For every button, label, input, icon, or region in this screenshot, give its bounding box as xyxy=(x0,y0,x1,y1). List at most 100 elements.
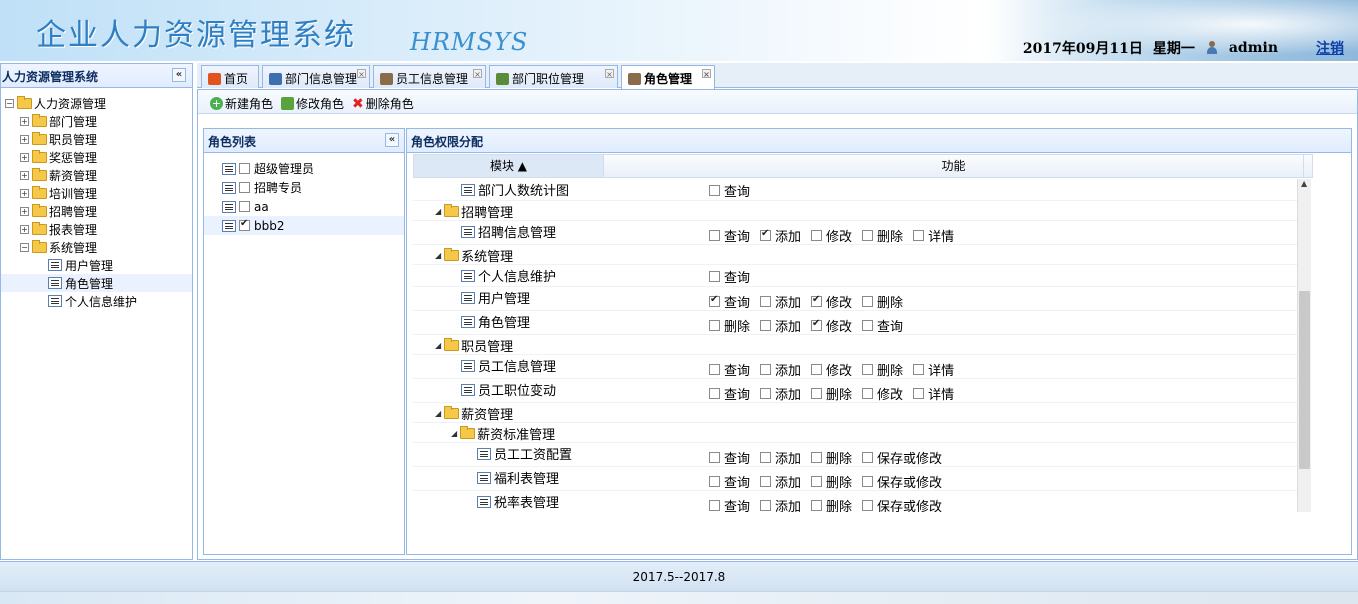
permission-checkbox[interactable] xyxy=(760,452,772,463)
sidebar-subitem-1[interactable]: 角色管理 xyxy=(1,274,192,292)
permission-option[interactable]: 添加 xyxy=(760,496,801,512)
permission-checkbox[interactable] xyxy=(811,388,823,399)
permission-option[interactable]: 删除 xyxy=(862,360,903,379)
permission-checkbox[interactable] xyxy=(760,228,772,241)
permission-checkbox[interactable] xyxy=(709,271,720,282)
permission-option[interactable]: 添加 xyxy=(760,448,801,467)
role-row[interactable]: bbb2 xyxy=(204,216,404,235)
permission-option[interactable]: 添加 xyxy=(760,472,801,491)
role-checkbox[interactable] xyxy=(239,163,250,174)
permission-checkbox[interactable] xyxy=(709,388,720,399)
scroll-up-icon[interactable]: ▲ xyxy=(1301,179,1307,188)
expand-icon[interactable]: + xyxy=(20,188,29,198)
permission-option[interactable]: 删除 xyxy=(811,496,852,512)
collapse-icon[interactable]: − xyxy=(20,242,29,252)
sidebar-item-4[interactable]: + 培训管理 xyxy=(1,184,192,202)
permission-option[interactable]: 删除 xyxy=(811,472,852,491)
close-icon[interactable]: × xyxy=(702,69,711,79)
permission-option[interactable]: 删除 xyxy=(811,448,852,467)
permission-option[interactable]: 修改 xyxy=(862,384,903,403)
permission-checkbox[interactable] xyxy=(709,364,720,375)
vertical-scrollbar[interactable]: ▲ xyxy=(1297,179,1311,512)
expand-icon[interactable]: + xyxy=(20,116,29,126)
permission-checkbox[interactable] xyxy=(862,476,874,487)
tab-0[interactable]: 首页 xyxy=(201,65,259,88)
permission-option[interactable]: 查询 xyxy=(862,316,903,335)
permission-option[interactable]: 查询 xyxy=(709,181,750,200)
permission-option[interactable]: 修改 xyxy=(811,226,852,245)
permission-checkbox[interactable] xyxy=(709,294,720,307)
permission-checkbox[interactable] xyxy=(760,476,772,487)
role-row[interactable]: aa xyxy=(204,197,404,216)
permission-checkbox[interactable] xyxy=(862,388,874,399)
permission-checkbox[interactable] xyxy=(760,296,772,307)
permission-checkbox[interactable] xyxy=(862,364,874,375)
permission-checkbox[interactable] xyxy=(811,230,823,241)
permission-option[interactable]: 查询 xyxy=(709,472,750,491)
close-icon[interactable]: × xyxy=(473,69,482,79)
permission-checkbox[interactable] xyxy=(811,500,823,511)
role-checkbox[interactable] xyxy=(239,201,250,212)
expand-arrow-icon[interactable]: ◢ xyxy=(435,409,441,418)
expand-icon[interactable]: + xyxy=(20,224,29,234)
permission-option[interactable]: 添加 xyxy=(760,360,801,379)
expand-icon[interactable]: + xyxy=(20,206,29,216)
permission-checkbox[interactable] xyxy=(862,230,874,241)
tab-2[interactable]: 员工信息管理 × xyxy=(373,65,486,88)
sidebar-item-2[interactable]: + 奖惩管理 xyxy=(1,148,192,166)
permission-checkbox[interactable] xyxy=(913,388,925,399)
edit-role-button[interactable]: 修改角色 xyxy=(281,95,344,112)
permission-checkbox[interactable] xyxy=(709,320,720,331)
permission-checkbox[interactable] xyxy=(709,452,720,463)
permission-option[interactable]: 删除 xyxy=(811,384,852,403)
tab-1[interactable]: 部门信息管理 × xyxy=(262,65,370,88)
role-row[interactable]: 招聘专员 xyxy=(204,178,404,197)
permission-checkbox[interactable] xyxy=(811,294,823,307)
collapse-role-list-icon[interactable]: « xyxy=(385,133,399,147)
tab-3[interactable]: 部门职位管理 × xyxy=(489,65,618,88)
sidebar-subitem-0[interactable]: 用户管理 xyxy=(1,256,192,274)
permission-checkbox[interactable] xyxy=(913,364,925,375)
permission-option[interactable]: 删除 xyxy=(862,292,903,311)
sidebar-item-3[interactable]: + 薪资管理 xyxy=(1,166,192,184)
permission-option[interactable]: 修改 xyxy=(811,360,852,379)
permission-checkbox[interactable] xyxy=(811,476,823,487)
delete-role-button[interactable]: ✖ 删除角色 xyxy=(352,95,414,112)
permission-option[interactable]: 查询 xyxy=(709,226,750,245)
permission-checkbox[interactable] xyxy=(811,452,823,463)
sidebar-item-7[interactable]: − 系统管理 xyxy=(1,238,192,256)
role-row[interactable]: 超级管理员 xyxy=(204,159,404,178)
expand-arrow-icon[interactable]: ◢ xyxy=(435,207,441,216)
permission-checkbox[interactable] xyxy=(760,364,772,375)
permission-option[interactable]: 保存或修改 xyxy=(862,448,942,467)
permission-option[interactable]: 详情 xyxy=(913,360,954,379)
permission-option[interactable]: 删除 xyxy=(709,316,750,335)
close-icon[interactable]: × xyxy=(605,69,614,79)
permission-option[interactable]: 详情 xyxy=(913,226,954,245)
permission-option[interactable]: 添加 xyxy=(760,384,801,403)
expand-icon[interactable]: + xyxy=(20,152,29,162)
expand-arrow-icon[interactable]: ◢ xyxy=(451,429,457,438)
permission-option[interactable]: 查询 xyxy=(709,267,750,286)
permission-option[interactable]: 添加 xyxy=(760,226,801,245)
permission-checkbox[interactable] xyxy=(862,452,874,463)
permission-option[interactable]: 修改 xyxy=(811,316,852,335)
permission-checkbox[interactable] xyxy=(760,388,772,399)
permission-option[interactable]: 添加 xyxy=(760,316,801,335)
permission-checkbox[interactable] xyxy=(862,500,874,511)
permission-option[interactable]: 修改 xyxy=(811,292,852,311)
permission-checkbox[interactable] xyxy=(709,185,720,196)
sidebar-item-6[interactable]: + 报表管理 xyxy=(1,220,192,238)
role-checkbox[interactable] xyxy=(239,218,250,231)
sidebar-item-0[interactable]: + 部门管理 xyxy=(1,112,192,130)
permission-option[interactable]: 保存或修改 xyxy=(862,472,942,491)
permission-checkbox[interactable] xyxy=(709,476,720,487)
expand-icon[interactable]: + xyxy=(20,134,29,144)
sidebar-item-5[interactable]: + 招聘管理 xyxy=(1,202,192,220)
expand-arrow-icon[interactable]: ◢ xyxy=(435,341,441,350)
permission-option[interactable]: 删除 xyxy=(862,226,903,245)
scrollbar-thumb[interactable] xyxy=(1299,291,1310,469)
permission-checkbox[interactable] xyxy=(709,500,720,511)
permission-checkbox[interactable] xyxy=(811,364,823,375)
close-icon[interactable]: × xyxy=(357,69,366,79)
